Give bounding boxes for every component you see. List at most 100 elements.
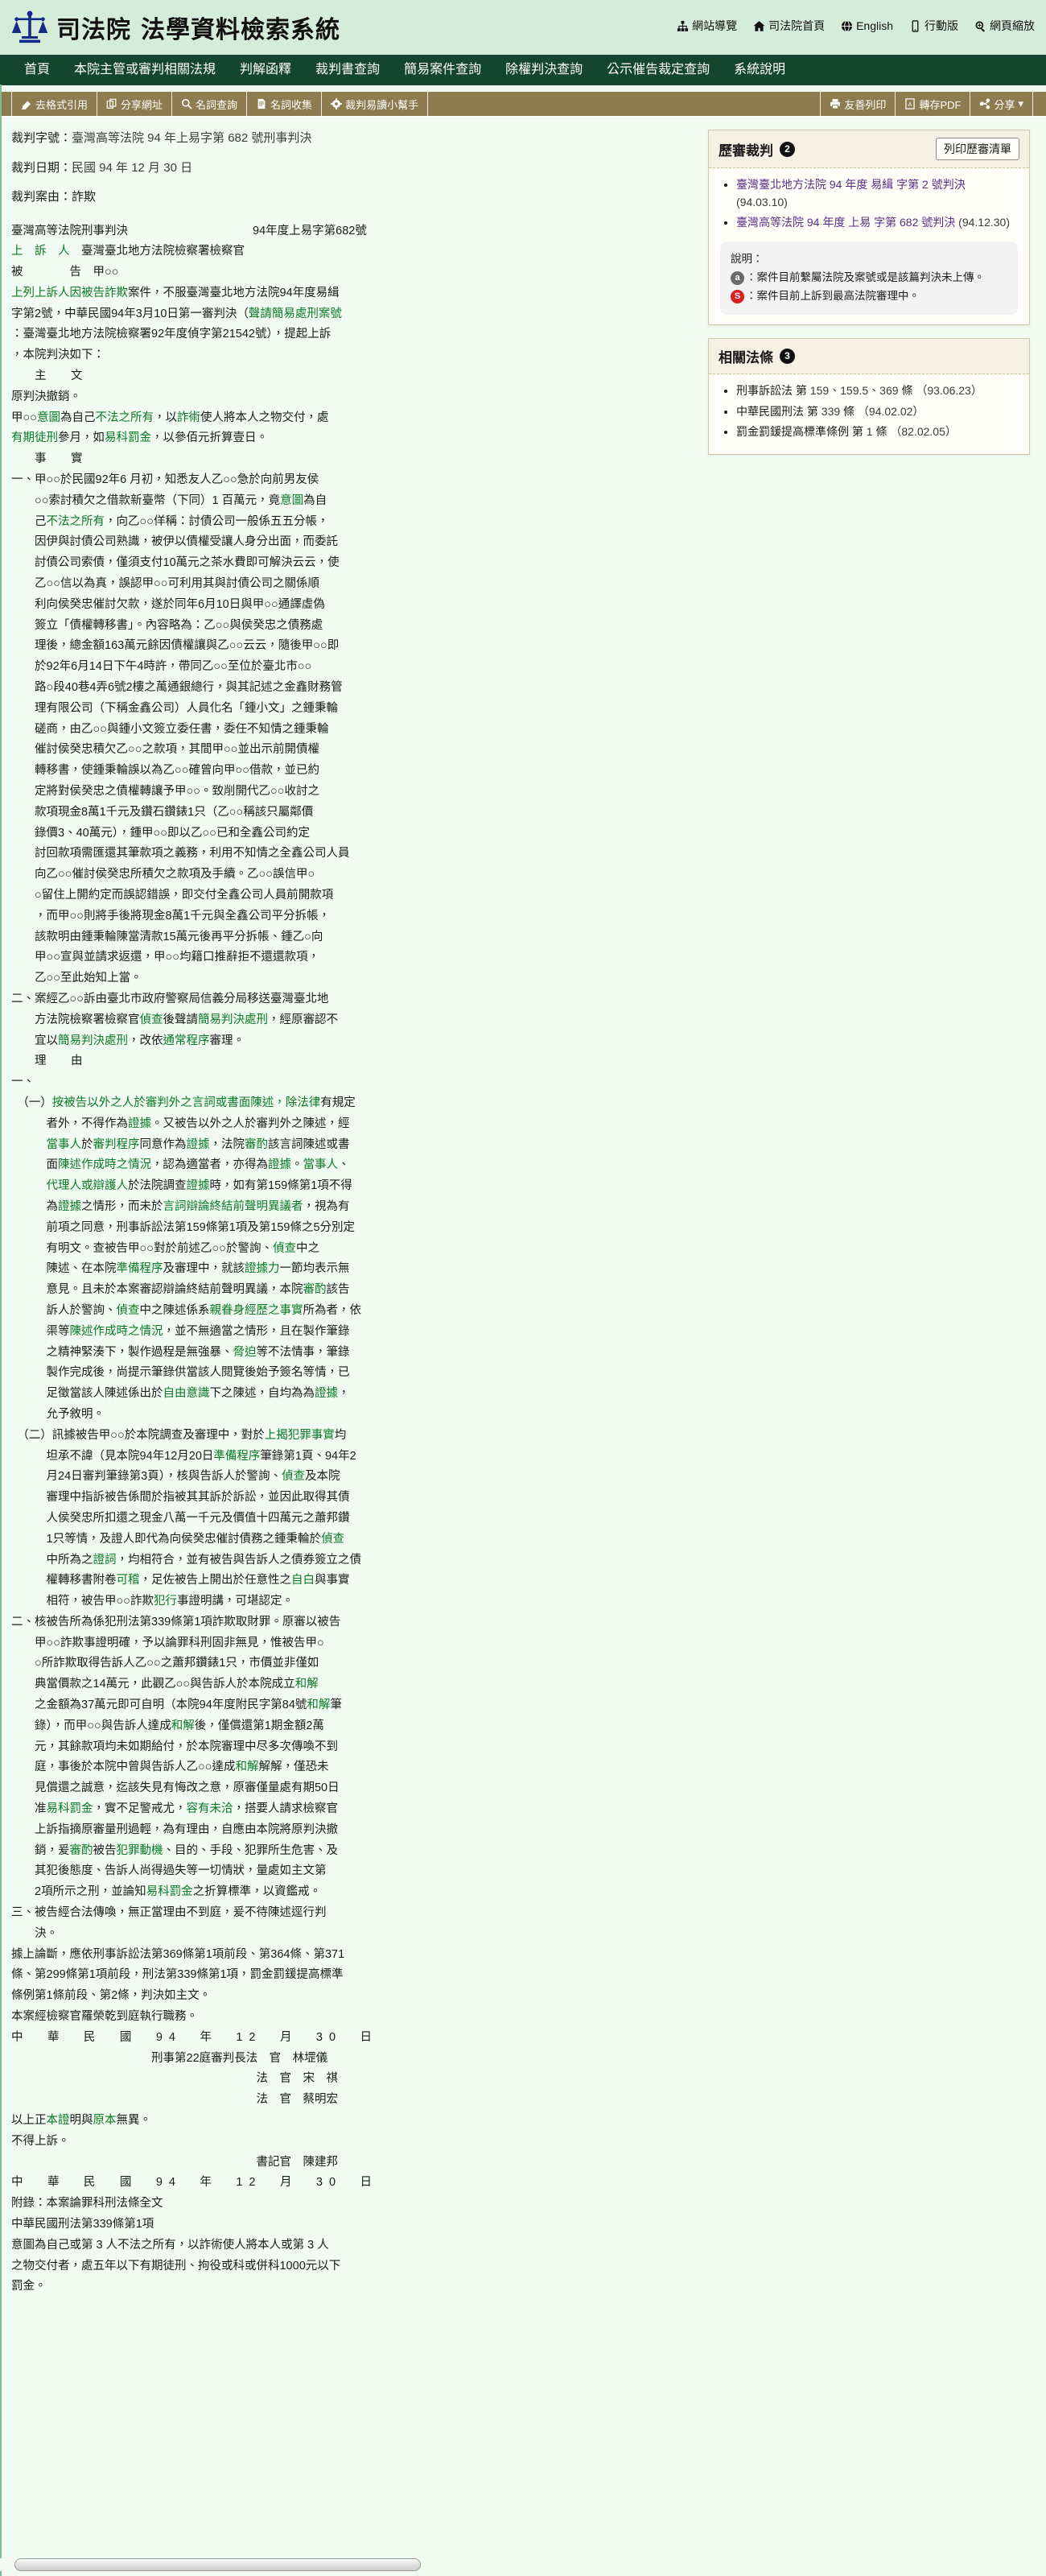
party-name: 甲○○ — [93, 266, 119, 279]
toolbar-button-label: 轉存PDF — [919, 98, 962, 111]
nav-item-home[interactable]: 首頁 — [18, 55, 62, 85]
svg-text:A: A — [908, 102, 912, 108]
history-list-item[interactable]: 臺灣高等法院 94 年度 上易 字第 682 號判決 (94.12.30) — [736, 214, 1018, 232]
judgment-court-title: 臺灣高等法院刑事判決 — [11, 224, 128, 237]
judgment-title-row: 臺灣高等法院刑事判決 94年度上易字第682號 — [11, 221, 708, 242]
nav-item-regulations[interactable]: 本院主管或審判相關法規 — [62, 55, 228, 85]
search-icon — [181, 98, 192, 109]
toolbar-button-label: 友善列印 — [844, 98, 887, 111]
share-dropdown-button[interactable]: 分享 ▾ — [970, 92, 1033, 116]
page-left-edge — [0, 85, 2, 2576]
main-navigation: 首頁 本院主管或審判相關法規 判解函釋 裁判書查詢 簡易案件查詢 除權判決查詢 … — [0, 55, 1046, 85]
related-laws-count-badge: 3 — [780, 348, 795, 364]
judgment-case-number: 94年度上易字第682號 — [253, 224, 367, 237]
history-item-link[interactable]: 臺灣高等法院 94 年度 上易 字第 682 號判決 — [736, 216, 955, 229]
law-name: 罰金罰鍰提高標準條例 第 — [736, 425, 863, 439]
share-url-button[interactable]: 分享網址 — [97, 92, 173, 116]
header-link-label: English — [856, 19, 893, 32]
gear-icon — [331, 98, 343, 109]
history-list-item[interactable]: 臺灣臺北地方法院 94 年度 易緝 字第 2 號判決 (94.03.10) — [736, 176, 1018, 211]
badge-a-icon: a — [731, 271, 744, 285]
share-link-icon — [106, 98, 117, 109]
history-count-badge: 2 — [780, 141, 795, 157]
nav-item-simple-case-search[interactable]: 簡易案件查詢 — [392, 55, 493, 85]
export-pdf-button[interactable]: A 轉存PDF — [896, 92, 971, 116]
header-link-zoom[interactable]: 網頁縮放 — [974, 18, 1035, 34]
print-button[interactable]: 友善列印 — [821, 92, 896, 116]
law-suffix: 條 — [901, 383, 913, 397]
related-law-item[interactable]: 罰金罰鍰提高標準條例 第 1 條 （82.02.05） — [736, 423, 1018, 441]
history-panel-body: 臺灣臺北地方法院 94 年度 易緝 字第 2 號判決 (94.03.10) 臺灣… — [709, 168, 1029, 324]
law-articles: 159、159.5、369 — [809, 383, 899, 397]
law-suffix: 條 — [843, 404, 855, 418]
appendix-title: 附錄：本案論罪科刑法條全文 — [11, 2197, 163, 2211]
meta-cause-value: 詐欺 — [72, 190, 97, 204]
horizontal-scrollbar-thumb[interactable] — [14, 2558, 421, 2571]
note-title: 說明： — [731, 253, 764, 266]
law-articles: 339 — [821, 404, 841, 418]
pdf-icon: A — [904, 98, 916, 109]
site-brand[interactable]: 司法院 法學資料檢索系統 — [11, 9, 340, 46]
header-link-label: 網站導覽 — [692, 19, 738, 32]
meta-case-number-value: 臺灣高等法院 94 年上易字第 682 號刑事判決 — [72, 131, 312, 145]
toolbar-button-label: 分享網址 — [121, 98, 163, 111]
related-laws-panel-header: 相關法條 3 — [709, 338, 1029, 374]
law-date: （93.06.23） — [916, 383, 982, 397]
preamble-line: ，本院判決如下： — [11, 349, 105, 362]
party-row: 上 訴 人 臺灣臺北地方法院檢察署檢察官 — [11, 242, 708, 262]
nav-item-interpretations[interactable]: 判解函釋 — [228, 55, 303, 85]
mobile-icon — [909, 19, 921, 32]
section-heading-reasons: 理 由 — [35, 1055, 89, 1068]
party-role: 被 告 — [11, 266, 81, 279]
horizontal-scrollbar[interactable] — [0, 2558, 1046, 2571]
party-role[interactable]: 上 訴 人 — [11, 245, 70, 258]
meta-case-number-label: 裁判字號： — [11, 131, 72, 145]
appendix-law: 中華民國刑法第339條第1項 — [11, 2218, 154, 2231]
document-toolbar: 去格式引用 分享網址 名詞查詢 名詞收集 裁判易讀小幫手 友善列印 A 轉存PD… — [0, 91, 1046, 117]
section-heading-facts: 事 實 — [35, 452, 89, 466]
plain-quote-button[interactable]: 去格式引用 — [11, 92, 98, 116]
history-item-link[interactable]: 臺灣臺北地方法院 94 年度 易緝 字第 2 號判決 — [736, 178, 966, 191]
meta-date-value: 民國 94 年 12 月 30 日 — [72, 160, 193, 175]
main-content: 裁判字號：臺灣高等法院 94 年上易字第 682 號刑事判決 裁判日期：民國 9… — [0, 125, 708, 2297]
nav-item-deprivation-judgment-search[interactable]: 除權判決查詢 — [493, 55, 595, 85]
history-list: 臺灣臺北地方法院 94 年度 易緝 字第 2 號判決 (94.03.10) 臺灣… — [720, 176, 1018, 232]
toolbar-button-label: 裁判易讀小幫手 — [345, 98, 419, 111]
nav-item-system-help[interactable]: 系統說明 — [722, 55, 797, 85]
related-laws-title-label: 相關法條 — [719, 349, 773, 365]
header-link-sitemap[interactable]: 網站導覽 — [677, 18, 737, 34]
readability-helper-button[interactable]: 裁判易讀小幫手 — [322, 92, 429, 116]
header-link-label: 司法院首頁 — [768, 19, 826, 32]
chevron-down-icon: ▾ — [1018, 97, 1023, 109]
badge-s-icon: S — [731, 289, 744, 303]
meta-date-label: 裁判日期： — [11, 160, 72, 175]
section-paragraph: 甲○○意圖為自己不法之所有，以詐術使人將本人之物交付，處 — [11, 411, 329, 424]
header-link-english[interactable]: English — [841, 19, 893, 32]
related-law-item[interactable]: 中華民國刑法 第 339 條 （94.02.02） — [736, 403, 1018, 421]
facts-body: 一、甲○○於民國92年6 月初，知悉友人乙○○急於向前男友侯 ○○索討積欠之借款… — [11, 473, 350, 1047]
related-laws-panel-body: 刑事訴訟法 第 159、159.5、369 條 （93.06.23） 中華民國刑… — [709, 374, 1029, 454]
related-law-item[interactable]: 刑事訴訟法 第 159、159.5、369 條 （93.06.23） — [736, 382, 1018, 400]
document-icon — [256, 98, 267, 109]
signature-row: 刑事第22庭審判長法 官 林堽儀 — [151, 2051, 328, 2065]
history-note-box: 說明： a ：案件目前繫屬法院及案號或是該篇判決未上傳。 S ：案件目前上訴到最… — [720, 242, 1018, 315]
nav-item-public-notice-search[interactable]: 公示催告裁定查詢 — [595, 55, 722, 85]
law-name: 刑事訴訟法 第 — [736, 383, 807, 397]
related-laws-list: 刑事訴訟法 第 159、159.5、369 條 （93.06.23） 中華民國刑… — [720, 382, 1018, 441]
preamble-line: ：臺灣臺北地方法院檢察署92年度偵字第21542號），提起上訴 — [11, 328, 332, 341]
header-link-label: 網頁縮放 — [990, 19, 1035, 32]
site-title: 司法院 法學資料檢索系統 — [56, 17, 340, 43]
nav-item-judgment-search[interactable]: 裁判書查詢 — [303, 55, 392, 85]
term-search-button[interactable]: 名詞查詢 — [172, 92, 248, 116]
home-icon — [753, 20, 765, 32]
term-collect-button[interactable]: 名詞收集 — [247, 92, 323, 116]
header-link-mobile[interactable]: 行動版 — [909, 18, 958, 34]
toolbar-button-label: 名詞收集 — [270, 98, 313, 111]
header-link-home[interactable]: 司法院首頁 — [753, 18, 825, 34]
eraser-icon — [21, 98, 32, 109]
certification-line: 以上正本證明與原本無異。 — [11, 2114, 151, 2128]
section-paragraph: 原判決撤銷。 — [11, 390, 81, 403]
history-item-date: (94.12.30) — [958, 216, 1010, 229]
history-panel-title: 歷審裁判 2 — [719, 139, 795, 159]
print-history-list-button[interactable]: 列印歷審清單 — [936, 138, 1019, 160]
